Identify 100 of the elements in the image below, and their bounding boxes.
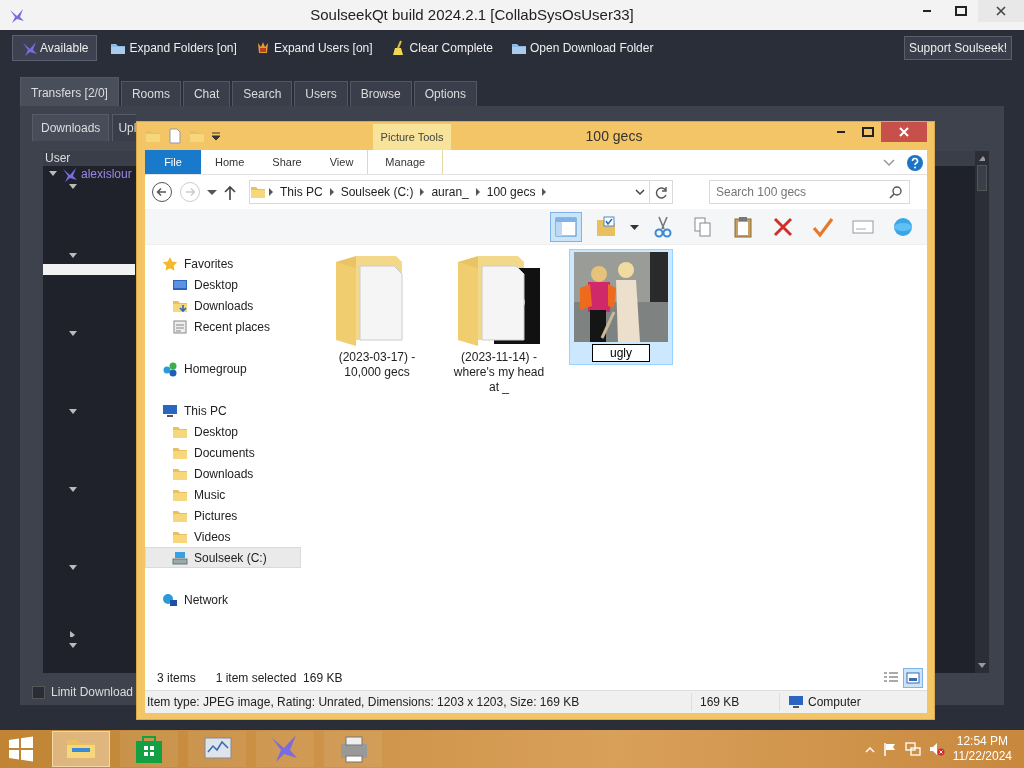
breadcrumb-item[interactable]: 100 gecs bbox=[482, 183, 540, 201]
help-icon bbox=[907, 154, 923, 171]
taskbar-app[interactable] bbox=[324, 731, 382, 767]
taskbar-app[interactable] bbox=[256, 731, 314, 767]
nav-item[interactable]: Downloads bbox=[145, 295, 301, 316]
windows-logo-icon bbox=[8, 736, 34, 762]
network-icon bbox=[162, 591, 178, 608]
breadcrumb-item[interactable]: This PC bbox=[276, 183, 327, 201]
breadcrumb-item[interactable]: Soulseek (C:) bbox=[336, 183, 418, 201]
toolbar-button[interactable]: Expand Folders [on] bbox=[105, 36, 242, 60]
computer-icon bbox=[162, 402, 178, 419]
drive-icon bbox=[172, 549, 188, 566]
nav-item[interactable]: Videos bbox=[145, 526, 301, 547]
nav-item[interactable]: Desktop bbox=[145, 421, 301, 442]
scrollbar[interactable] bbox=[975, 151, 989, 673]
large-icons-view-icon bbox=[906, 672, 920, 684]
tab[interactable]: Users bbox=[294, 81, 348, 106]
file-item[interactable]: (2023-11-14) - where's my head at _ bbox=[447, 249, 551, 398]
computer-icon bbox=[788, 695, 804, 709]
network-icon bbox=[904, 742, 921, 756]
tab[interactable]: Rooms bbox=[120, 81, 181, 106]
nav-item[interactable]: Documents bbox=[145, 442, 301, 463]
item-count: 3 items bbox=[157, 670, 196, 687]
caret-icon bbox=[69, 409, 77, 415]
toolbar-button[interactable]: Expand Users [on] bbox=[249, 36, 378, 60]
file-name: (2023-11-14) - where's my head at _ bbox=[452, 350, 546, 395]
nav-item[interactable]: Network bbox=[145, 589, 301, 610]
bird-icon bbox=[61, 166, 77, 182]
selection-info: 1 item selected 169 KB bbox=[215, 670, 343, 687]
scroll-thumb[interactable] bbox=[977, 165, 987, 191]
tab[interactable]: Chat bbox=[182, 81, 231, 106]
rename-field[interactable]: ugly bbox=[592, 344, 650, 362]
tab[interactable]: Search bbox=[232, 81, 293, 106]
close-icon bbox=[996, 6, 1006, 16]
taskbar-app[interactable] bbox=[120, 731, 178, 767]
nav-item[interactable]: Homegroup bbox=[145, 358, 301, 379]
nav-item[interactable]: Music bbox=[145, 484, 301, 505]
file-item[interactable]: ugly bbox=[569, 249, 673, 365]
minimize-icon bbox=[923, 10, 931, 12]
tab[interactable]: Transfers [2/0] bbox=[20, 77, 119, 106]
chevron-icon bbox=[635, 189, 645, 197]
caret-icon bbox=[978, 663, 986, 669]
refresh-icon bbox=[654, 185, 668, 200]
tab[interactable]: Browse bbox=[349, 81, 412, 106]
taskbar-app[interactable] bbox=[188, 731, 246, 767]
caret-icon[interactable] bbox=[49, 171, 57, 177]
folder-icon bbox=[189, 128, 205, 144]
up-button[interactable] bbox=[223, 183, 237, 201]
nav-item[interactable]: Soulseek (C:) bbox=[145, 547, 301, 568]
preview-pane-button[interactable] bbox=[550, 211, 582, 242]
flag-icon bbox=[882, 742, 897, 756]
caret-icon bbox=[69, 487, 77, 493]
window-title: 100 gecs bbox=[584, 126, 644, 146]
caret-icon bbox=[69, 253, 77, 259]
tab[interactable]: Options bbox=[413, 81, 478, 106]
ribbon-tab[interactable]: View bbox=[315, 150, 368, 174]
search-field[interactable]: Search 100 gecs bbox=[709, 180, 910, 204]
file-item[interactable]: (2023-03-17) - 10,000 gecs bbox=[325, 249, 429, 383]
caret-icon bbox=[211, 131, 221, 141]
folder-icon bbox=[145, 128, 161, 144]
ribbon-tab[interactable]: File bbox=[145, 150, 201, 174]
nav-item[interactable]: Pictures bbox=[145, 505, 301, 526]
back-button[interactable] bbox=[151, 181, 173, 203]
recent-places-icon bbox=[172, 318, 188, 335]
up-arrow-icon bbox=[223, 184, 237, 201]
nav-item[interactable]: Downloads bbox=[145, 463, 301, 484]
support-button[interactable]: Support Soulseek! bbox=[903, 36, 1012, 60]
toolbar-button[interactable]: Clear Complete bbox=[385, 36, 498, 60]
caret-icon bbox=[207, 189, 217, 196]
checkbox-label[interactable]: Limit Download bbox=[51, 683, 134, 701]
details-text: Item type: JPEG image, Rating: Unrated, Dimensions: 1203 x 1203, Size: 169 KB bbox=[146, 694, 581, 711]
toolbar-button[interactable]: Open Download Folder bbox=[506, 36, 659, 60]
taskbar-app[interactable] bbox=[52, 731, 110, 767]
speaker-muted-icon bbox=[928, 742, 945, 756]
breadcrumb-item[interactable]: auran_ bbox=[427, 183, 473, 201]
tab[interactable]: Downloads bbox=[32, 114, 110, 141]
nav-item[interactable]: Favorites bbox=[145, 253, 301, 274]
caret-icon bbox=[979, 154, 985, 162]
ribbon-tab[interactable]: Manage bbox=[367, 150, 444, 174]
file-size: 169 KB bbox=[691, 693, 779, 711]
maximize-icon bbox=[955, 6, 967, 16]
nav-item[interactable]: This PC bbox=[145, 400, 301, 421]
user-name[interactable]: alexislour bbox=[81, 166, 132, 182]
pane-icon bbox=[554, 214, 578, 239]
close-button[interactable] bbox=[881, 122, 927, 142]
ribbon-tab[interactable]: Share bbox=[258, 150, 316, 174]
chevron-icon bbox=[883, 158, 895, 167]
column-header[interactable]: User bbox=[43, 151, 135, 166]
homegroup-icon bbox=[162, 360, 178, 377]
nav-item[interactable]: Desktop bbox=[145, 274, 301, 295]
ribbon-tab[interactable]: Home bbox=[201, 150, 259, 174]
nav-item[interactable]: Recent places bbox=[145, 316, 301, 337]
search-icon bbox=[889, 186, 902, 199]
tab[interactable]: Upl bbox=[112, 114, 137, 141]
document-icon bbox=[167, 128, 183, 144]
checkbox[interactable] bbox=[32, 685, 45, 699]
details-view-icon bbox=[883, 671, 899, 685]
large-icons-view-button[interactable] bbox=[903, 668, 923, 688]
toolbar-button[interactable]: Available bbox=[12, 35, 98, 61]
address-bar[interactable]: This PC Soulseek (C:) auran_ 100 gecs bbox=[249, 180, 673, 204]
